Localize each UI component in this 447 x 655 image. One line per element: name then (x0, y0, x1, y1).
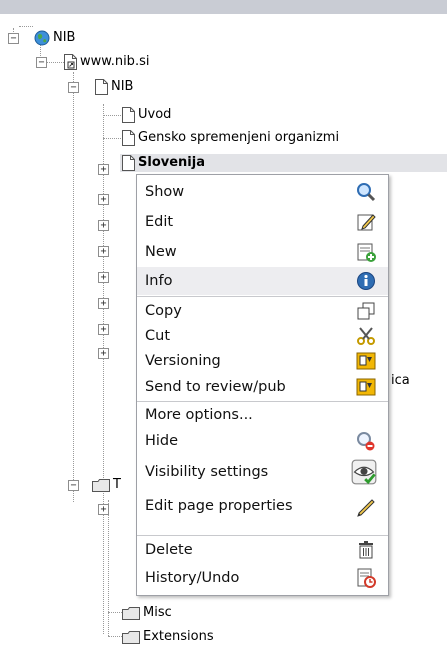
trash-icon (359, 541, 373, 559)
page-icon (122, 107, 135, 123)
menu-item-info[interactable]: Info (137, 267, 388, 295)
expand-toggle[interactable]: + (98, 298, 109, 309)
globe-icon (34, 30, 50, 46)
menu-item-visibility-settings[interactable]: Visibility settings (137, 455, 388, 489)
tree-node-folder-t[interactable]: T (92, 476, 121, 494)
expand-toggle[interactable]: + (98, 324, 109, 335)
menu-item-history-undo[interactable]: History/Undo (137, 563, 388, 593)
menu-item-copy[interactable]: Copy (137, 298, 388, 324)
expand-toggle[interactable]: + (98, 164, 109, 175)
collapse-toggle[interactable]: − (68, 82, 79, 93)
menu-item-more-options[interactable]: More options... (137, 403, 388, 427)
top-bar (0, 0, 447, 14)
menu-item-cut[interactable]: Cut (137, 324, 388, 348)
expand-toggle[interactable]: + (98, 348, 109, 359)
page-icon (122, 130, 135, 146)
expand-toggle[interactable]: + (98, 504, 109, 515)
tree-node-label: Extensions (143, 629, 214, 644)
tree-node-misc[interactable]: Misc (122, 604, 172, 622)
tree-node-section[interactable]: NIB (95, 78, 133, 96)
tree-node-label: T (113, 477, 121, 492)
menu-item-delete[interactable]: Delete (137, 537, 388, 563)
page-icon (122, 155, 135, 171)
collapse-toggle[interactable]: − (68, 480, 79, 491)
menu-item-label: Edit (145, 214, 174, 230)
tree-node-label: Uvod (138, 107, 172, 122)
folder-icon (122, 630, 140, 644)
menu-item-hide[interactable]: Hide (137, 427, 388, 455)
tree-node-label: Slovenija (138, 155, 205, 170)
tree-node-site[interactable]: www.nib.si (64, 53, 149, 71)
tree-node-gensko[interactable]: Gensko spremenjeni organizmi (122, 129, 339, 147)
menu-item-send-to-review[interactable]: Send to review/pub (137, 374, 388, 400)
menu-item-edit[interactable]: Edit (137, 207, 388, 237)
tree-connector (103, 115, 121, 116)
tree-connector (103, 138, 121, 139)
tree-connector (19, 26, 33, 27)
versioning-icon (356, 352, 376, 370)
folder-icon (92, 478, 110, 492)
history-icon (357, 568, 376, 588)
folder-icon (122, 606, 140, 620)
menu-item-label: Copy (145, 303, 182, 319)
hide-icon (357, 432, 375, 451)
tree-node-label: NIB (111, 79, 134, 94)
tree-node-label: Misc (143, 605, 172, 620)
menu-item-new[interactable]: New (137, 237, 388, 267)
menu-item-label: Versioning (145, 353, 221, 369)
menu-item-label: History/Undo (145, 570, 240, 586)
collapse-toggle[interactable]: − (8, 33, 19, 44)
magnifier-icon (357, 183, 376, 202)
tree-node-partial-label: ica (391, 373, 410, 388)
page-link-icon (64, 54, 77, 70)
menu-separator (137, 535, 388, 536)
menu-item-label: Send to review/pub (145, 379, 286, 395)
menu-item-label: Info (145, 273, 173, 289)
menu-item-label: Show (145, 184, 185, 200)
tree-node-slovenija[interactable]: Slovenija (120, 154, 447, 172)
tree-node-label: Gensko spremenjeni organizmi (138, 130, 340, 145)
edit-pencil-icon (357, 214, 376, 231)
menu-item-label: Hide (145, 433, 179, 449)
menu-item-label: Visibility settings (145, 464, 269, 480)
new-document-icon (357, 243, 376, 262)
review-icon (356, 378, 376, 396)
tree-connector (44, 62, 64, 63)
expand-toggle[interactable]: + (98, 194, 109, 205)
visibility-eye-icon (351, 459, 377, 485)
info-icon (357, 272, 375, 290)
menu-item-label: Delete (145, 542, 193, 558)
collapse-toggle[interactable]: − (36, 57, 47, 68)
page-icon (95, 79, 108, 95)
menu-item-versioning[interactable]: Versioning (137, 348, 388, 374)
tree-node-label: www.nib.si (80, 54, 150, 69)
menu-item-label: Cut (145, 328, 170, 344)
tree-connector (103, 104, 104, 634)
copy-icon (357, 302, 375, 320)
menu-item-label: New (145, 244, 177, 260)
tree-node-uvod[interactable]: Uvod (122, 106, 171, 124)
context-menu: Show Edit New Info Copy Cut Versioning S… (136, 174, 389, 596)
tree-node-root[interactable]: NIB (34, 29, 75, 47)
menu-item-label: Edit page properties (145, 498, 293, 514)
menu-separator (137, 401, 388, 402)
scissors-icon (357, 327, 375, 345)
menu-item-show[interactable]: Show (137, 177, 388, 207)
expand-toggle[interactable]: + (98, 246, 109, 257)
pencil-icon (357, 499, 375, 517)
menu-item-edit-page-properties[interactable]: Edit page properties (137, 489, 388, 523)
tree-node-extensions[interactable]: Extensions (122, 628, 214, 646)
tree-connector (108, 500, 109, 636)
tree-connector (73, 72, 74, 502)
menu-separator (137, 296, 388, 297)
expand-toggle[interactable]: + (98, 220, 109, 231)
menu-item-label: More options... (145, 407, 253, 423)
tree-node-label: NIB (53, 30, 76, 45)
expand-toggle[interactable]: + (98, 272, 109, 283)
